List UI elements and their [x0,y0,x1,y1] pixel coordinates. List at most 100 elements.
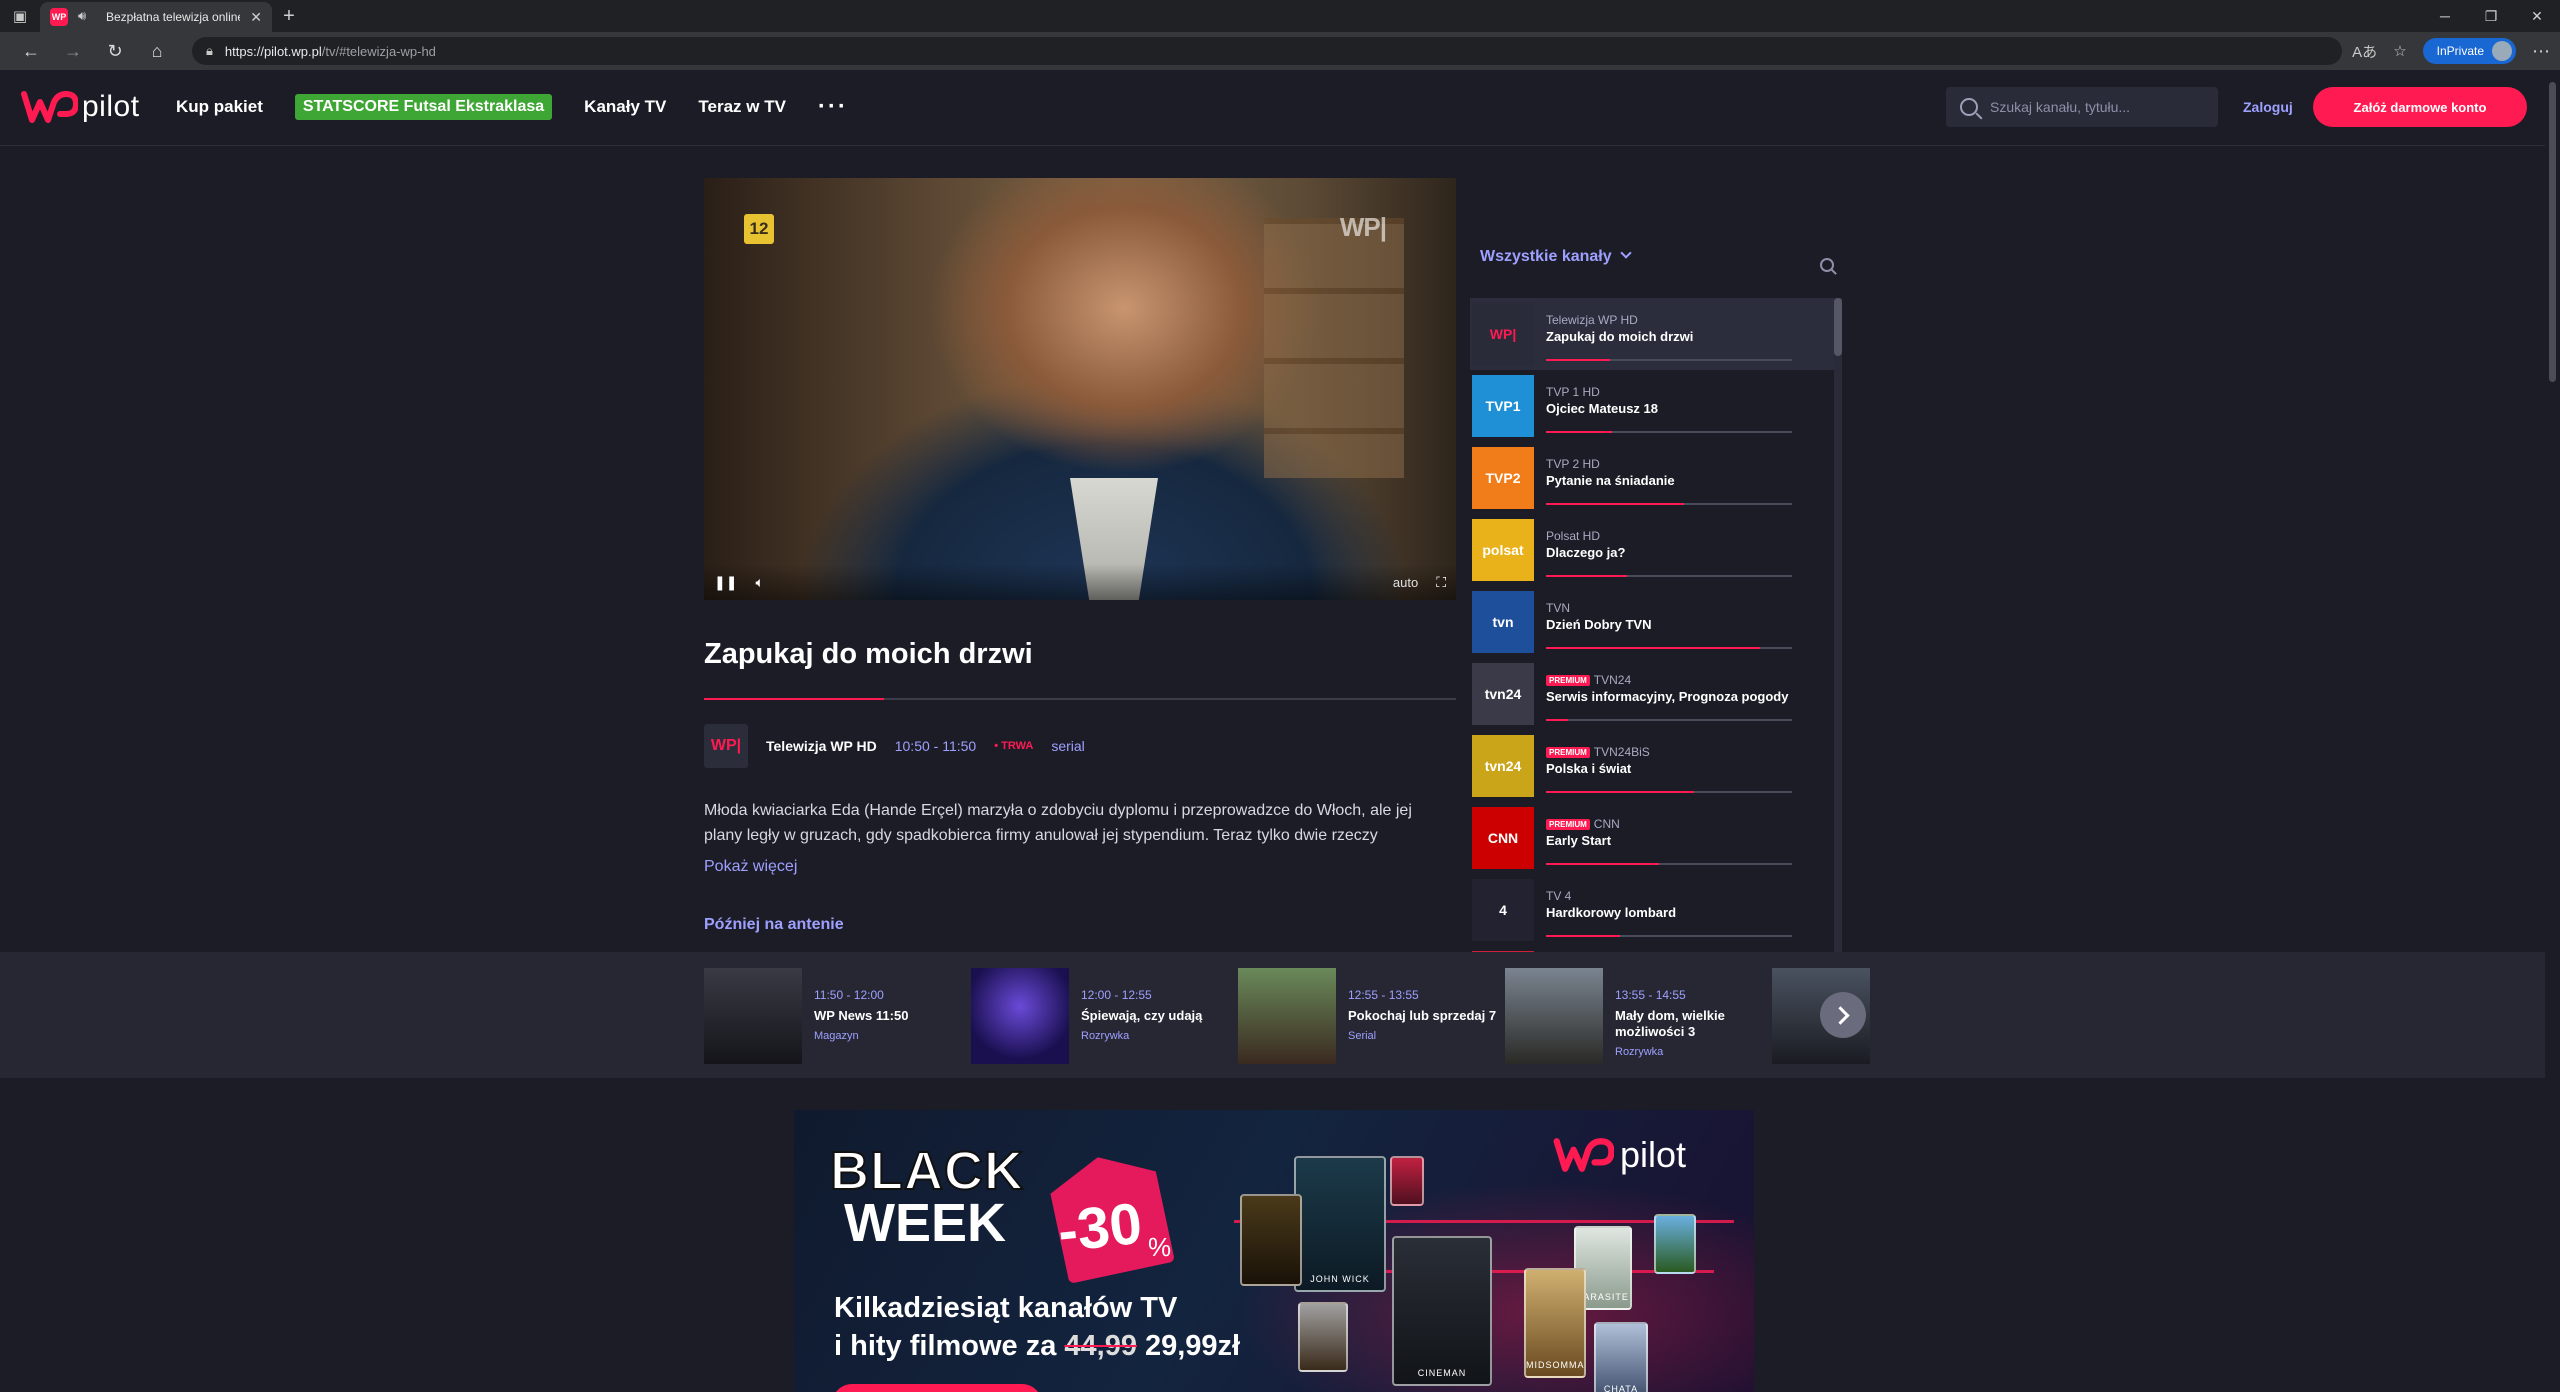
logo-text: pilot [82,90,140,123]
channel-row[interactable]: tvn TVN Dzień Dobry TVN [1470,586,1842,658]
channel-program: Zapukaj do moich drzwi [1546,329,1694,344]
channel-progress-bar [1546,647,1792,649]
banner-logo-text: pilot [1620,1134,1687,1175]
channel-program: Pytanie na śniadanie [1546,473,1675,488]
channel-progress-bar [1546,719,1792,721]
channel-row[interactable]: tvn24 PREMIUM TVN24BiS Polska i świat [1470,730,1842,802]
new-tab-button[interactable]: + [272,1,306,31]
black-week-banner[interactable]: BLACK WEEK -30 % Kilkadziesiąt kanałów T… [794,1110,1754,1392]
later-card-text: 11:50 - 12:00 WP News 11:50 Magazyn [814,968,964,1064]
close-tab-icon[interactable]: ✕ [250,9,262,26]
channel-row[interactable]: polsat Polsat HD Dlaczego ja? [1470,514,1842,586]
login-link[interactable]: Zaloguj [2243,99,2293,115]
search-input[interactable] [1990,99,2190,115]
search-box[interactable] [1946,87,2218,127]
quality-selector[interactable]: auto [1393,575,1418,590]
poster-chata: CHATA [1594,1322,1648,1392]
show-more-link[interactable]: Pokaż więcej [704,858,797,876]
later-card-genre: Rozrywka [1615,1046,1664,1058]
later-card[interactable]: 12:00 - 12:55 Śpiewają, czy udają Rozrywka [971,968,1238,1064]
later-card-thumbnail [971,968,1069,1064]
channel-progress-bar [1546,575,1792,577]
browser-tab-strip: ▣ WP 🔊︎ Bezpłatna telewizja online - ✕ +… [0,0,2560,32]
browser-menu-icon[interactable]: ⋯ [2532,41,2550,62]
register-button[interactable]: Załóż darmowe konto [2313,87,2527,127]
channel-program: Dzień Dobry TVN [1546,617,1652,632]
later-card-thumbnail [1238,968,1336,1064]
wp-pilot-logo[interactable]: pilot [20,88,140,126]
banner-cta-button[interactable] [832,1384,1042,1392]
channel-row[interactable]: TVP2 TVP 2 HD Pytanie na śniadanie [1470,442,1842,514]
main-nav: Kup pakiet STATSCORE Futsal Ekstraklasa … [176,94,848,120]
later-card-text: 12:00 - 12:55 Śpiewają, czy udają Rozrywka [1081,968,1231,1064]
channel-filter-dropdown[interactable]: Wszystkie kanały [1480,247,1632,266]
channel-row[interactable]: TVP1 TVP 1 HD Ojciec Mateusz 18 [1470,370,1842,442]
channel-info: PREMIUM TVN24 Serwis informacyjny, Prognoz… [1546,663,1792,725]
channel-row[interactable]: CNN PREMIUM CNN Early Start [1470,802,1842,874]
channel-list-scrollbar[interactable] [1834,298,1842,1010]
channel-logo-icon: tvn [1472,591,1534,653]
channel-row[interactable]: tvn24 PREMIUM TVN24 Serwis informacyjny, Pr… [1470,658,1842,730]
premium-badge: PREMIUM [1546,674,1590,686]
speaker-icon[interactable]: 🔊︎ [78,8,96,26]
minimize-button[interactable]: ─ [2422,0,2468,32]
banner-week-text: WEEK [844,1193,1006,1253]
channel-name-text: Polsat HD [1546,529,1601,543]
later-card-title: WP News 11:50 [814,1008,909,1023]
window-controls: ─ ❐ ✕ [2422,0,2560,32]
home-icon[interactable]: ⌂ [136,36,178,66]
channel-name-text: TV 4 [1546,889,1572,903]
program-progress-fill [704,698,885,700]
forward-icon[interactable]: → [52,36,94,66]
refresh-icon[interactable]: ↻ [94,36,136,66]
nav-buy-package[interactable]: Kup pakiet [176,97,263,117]
channel-progress-fill [1546,503,1684,505]
player-controls: ❚❚ 🔈︎ auto ⛶ [704,564,1456,600]
page-scrollbar-thumb[interactable] [2549,82,2556,382]
page-scrollbar[interactable] [2545,70,2560,1392]
later-card[interactable]: 11:50 - 12:00 WP News 11:50 Magazyn [704,968,971,1064]
channel-name-text: TVN24 [1593,673,1632,687]
inprivate-badge[interactable]: InPrivate [2422,38,2516,64]
channel-name: PREMIUM TVN24BiS [1546,745,1650,759]
next-arrow-button[interactable] [1820,992,1866,1038]
channel-search-icon[interactable] [1820,258,1834,272]
tab-favicon: WP [50,8,68,26]
later-card-time: 12:00 - 12:55 [1081,988,1152,1002]
channel-filter-label: Wszystkie kanały [1480,248,1612,265]
pause-icon[interactable]: ❚❚ [714,574,737,591]
channel-logo-icon: WP| [1472,303,1534,365]
channel-row[interactable]: 4 TV 4 Hardkorowy lombard [1470,874,1842,946]
poster-title: CHATA [1603,1384,1639,1392]
favorites-icon[interactable]: ☆ [2393,42,2406,60]
volume-icon[interactable]: 🔈︎ [755,574,763,591]
tab-actions-icon[interactable]: ▣ [0,0,40,32]
banner-subtitle-prefix: i hity filmowe za [834,1330,1057,1362]
lock-icon[interactable]: 🔒︎ [206,43,213,59]
later-card[interactable]: 13:55 - 14:55 Mały dom, wielkie możliwośc… [1505,968,1772,1064]
channel-progress-fill [1546,431,1613,433]
banner-percent: % [1148,1232,1172,1262]
channel-list-scrollbar-thumb[interactable] [1834,298,1842,356]
nav-now-on-tv[interactable]: Teraz w TV [698,97,786,117]
url-domain: https://pilot.wp.pl [224,43,322,59]
poster-small [1298,1302,1348,1372]
back-icon[interactable]: ← [10,36,52,66]
restore-button[interactable]: ❐ [2468,0,2514,32]
channel-program: Hardkorowy lombard [1546,905,1677,920]
read-aloud-icon[interactable]: Aあ [2352,41,2377,62]
address-bar[interactable]: 🔒︎ https://pilot.wp.pl/tv/#telewizja-wp-… [192,37,2342,65]
nav-channels[interactable]: Kanały TV [584,97,666,117]
browser-tab[interactable]: WP 🔊︎ Bezpłatna telewizja online - ✕ [40,2,272,32]
video-player[interactable]: 12 WP| ❚❚ 🔈︎ auto ⛶ [704,178,1456,600]
program-progress-bar [704,698,1456,700]
nav-more-icon[interactable]: ··· [818,95,848,119]
poster-title: CINEMAN [1417,1368,1467,1378]
nav-promo-badge[interactable]: STATSCORE Futsal Ekstraklasa [294,94,553,120]
fullscreen-icon[interactable]: ⛶ [1436,574,1446,591]
later-card-genre: Magazyn [814,1030,859,1042]
later-card[interactable]: 12:55 - 13:55 Pokochaj lub sprzedaj 7 Seri… [1238,968,1505,1064]
close-window-button[interactable]: ✕ [2514,0,2560,32]
channel-row[interactable]: WP| Telewizja WP HD Zapukaj do moich drzwi [1470,298,1842,370]
channel-name-text: TVP 2 HD [1546,457,1600,471]
